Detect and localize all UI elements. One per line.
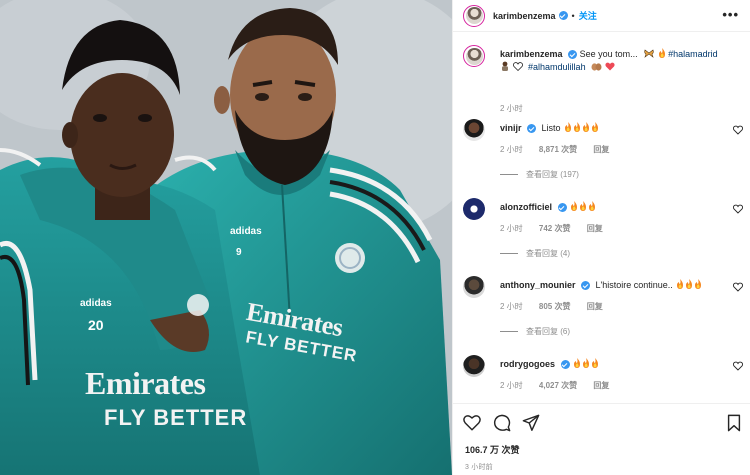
share-icon[interactable] <box>522 414 540 432</box>
caption: karimbenzema See you tom... #halamadrid … <box>463 45 743 113</box>
fire-icon <box>658 48 665 58</box>
fire-icon <box>589 201 596 211</box>
comment-avatar[interactable] <box>463 119 485 141</box>
comment-likes[interactable]: 4,027 次赞 <box>539 381 577 390</box>
fire-icon <box>583 358 590 368</box>
fire-icon <box>574 358 581 368</box>
comment-username[interactable]: anthony_mounier <box>500 280 576 290</box>
reply-button[interactable]: 回复 <box>593 145 609 154</box>
comment-time: 2 小时 <box>500 224 523 233</box>
fire-icon <box>583 122 590 132</box>
comment-username[interactable]: vinijr <box>500 123 522 133</box>
comment-likes[interactable]: 805 次赞 <box>539 302 571 311</box>
comment-avatar[interactable] <box>463 355 485 377</box>
comment-time: 2 小时 <box>500 302 523 311</box>
separator-dot: • <box>571 10 575 21</box>
fire-icon <box>565 122 572 132</box>
comment-item: anthony_mounier L'histoire continue.. 2 … <box>463 276 743 351</box>
players-illustration <box>0 0 452 475</box>
post-timestamp: 3 小时前 <box>465 464 493 471</box>
white-heart-icon <box>512 62 523 72</box>
verified-icon <box>560 360 570 370</box>
caption-time: 2 小时 <box>500 104 523 113</box>
jersey-brand-right: adidas <box>230 226 262 237</box>
butterfly-icon <box>644 49 654 58</box>
hashtag-halamadrid[interactable]: #halamadrid <box>668 49 718 59</box>
comment-time: 2 小时 <box>500 145 523 154</box>
more-options-icon[interactable]: ••• <box>722 8 739 22</box>
post-sidebar: karimbenzema • 关注 ••• karimbenzema See y… <box>452 0 750 475</box>
author-username[interactable]: karimbenzema <box>493 11 556 21</box>
like-comment-heart-icon[interactable] <box>733 361 743 371</box>
comment-item: alonzofficiel 2 小时 742 次赞 回复 查看回复 (4) <box>463 198 743 273</box>
fire-icon <box>592 122 599 132</box>
comment-text: Listo <box>541 123 561 133</box>
fire-icon <box>686 279 693 289</box>
like-comment-heart-icon[interactable] <box>733 282 743 292</box>
view-replies-button[interactable]: 查看回复 (197) <box>500 169 579 180</box>
comment-avatar[interactable] <box>463 198 485 220</box>
comment-username[interactable]: rodrygogoes <box>500 359 555 369</box>
jersey-number-right: 9 <box>236 247 242 258</box>
fire-icon <box>574 122 581 132</box>
praying-person-icon <box>502 61 508 71</box>
heart-icon[interactable] <box>463 414 481 432</box>
jersey-slogan-left: FLY BETTER <box>104 405 248 430</box>
jersey-brand-left: adidas <box>80 298 112 309</box>
comment-username[interactable]: alonzofficiel <box>500 202 552 212</box>
post-photo[interactable]: adidas 9 Emirates FLY BETTER adidas 20 E… <box>0 0 452 475</box>
follow-button[interactable]: 关注 <box>579 9 597 22</box>
like-comment-heart-icon[interactable] <box>733 204 743 214</box>
author-avatar[interactable] <box>463 4 485 27</box>
post-header: karimbenzema • 关注 ••• <box>453 0 750 32</box>
caption-username[interactable]: karimbenzema <box>500 49 563 59</box>
fire-icon <box>695 279 702 289</box>
bookmark-icon[interactable] <box>725 414 743 432</box>
jersey-sponsor-left: Emirates <box>85 365 206 401</box>
comment-avatar[interactable] <box>463 276 485 298</box>
fire-icon <box>580 201 587 211</box>
reply-button[interactable]: 回复 <box>587 302 603 311</box>
comment-text: L'histoire continue.. <box>595 280 673 290</box>
verified-icon <box>557 203 567 213</box>
comment-item: vinijr Listo 2 小时 8,871 次赞 回复 查看回复 (197) <box>463 119 743 194</box>
reply-button[interactable]: 回复 <box>593 381 609 390</box>
red-heart-icon <box>605 62 615 71</box>
praying-hands-icon <box>591 63 602 71</box>
comment-icon[interactable] <box>493 414 511 432</box>
comments-list[interactable]: karimbenzema See you tom... #halamadrid … <box>453 33 750 403</box>
verified-icon <box>568 50 578 60</box>
comment-item: rodrygogoes 2 小时 4,027 次赞 回复 <box>463 355 743 403</box>
caption-text: See you tom... <box>579 49 638 59</box>
comment-time: 2 小时 <box>500 381 523 390</box>
fire-icon <box>592 358 599 368</box>
fire-icon <box>571 201 578 211</box>
hashtag-alhamdulillah[interactable]: #alhamdulillah <box>528 62 586 72</box>
likes-count[interactable]: 106.7 万 次赞 <box>465 443 520 456</box>
verified-icon <box>558 11 568 20</box>
post-actions: 106.7 万 次赞 3 小时前 <box>453 403 750 475</box>
reply-button[interactable]: 回复 <box>587 224 603 233</box>
verified-icon <box>527 124 537 134</box>
comment-likes[interactable]: 742 次赞 <box>539 224 571 233</box>
view-replies-button[interactable]: 查看回复 (6) <box>500 326 570 337</box>
fire-icon <box>677 279 684 289</box>
view-replies-button[interactable]: 查看回复 (4) <box>500 248 570 259</box>
caption-avatar[interactable] <box>463 45 485 67</box>
comment-likes[interactable]: 8,871 次赞 <box>539 145 577 154</box>
like-comment-heart-icon[interactable] <box>733 125 743 135</box>
jersey-number-left: 20 <box>88 317 104 333</box>
verified-icon <box>581 281 591 291</box>
